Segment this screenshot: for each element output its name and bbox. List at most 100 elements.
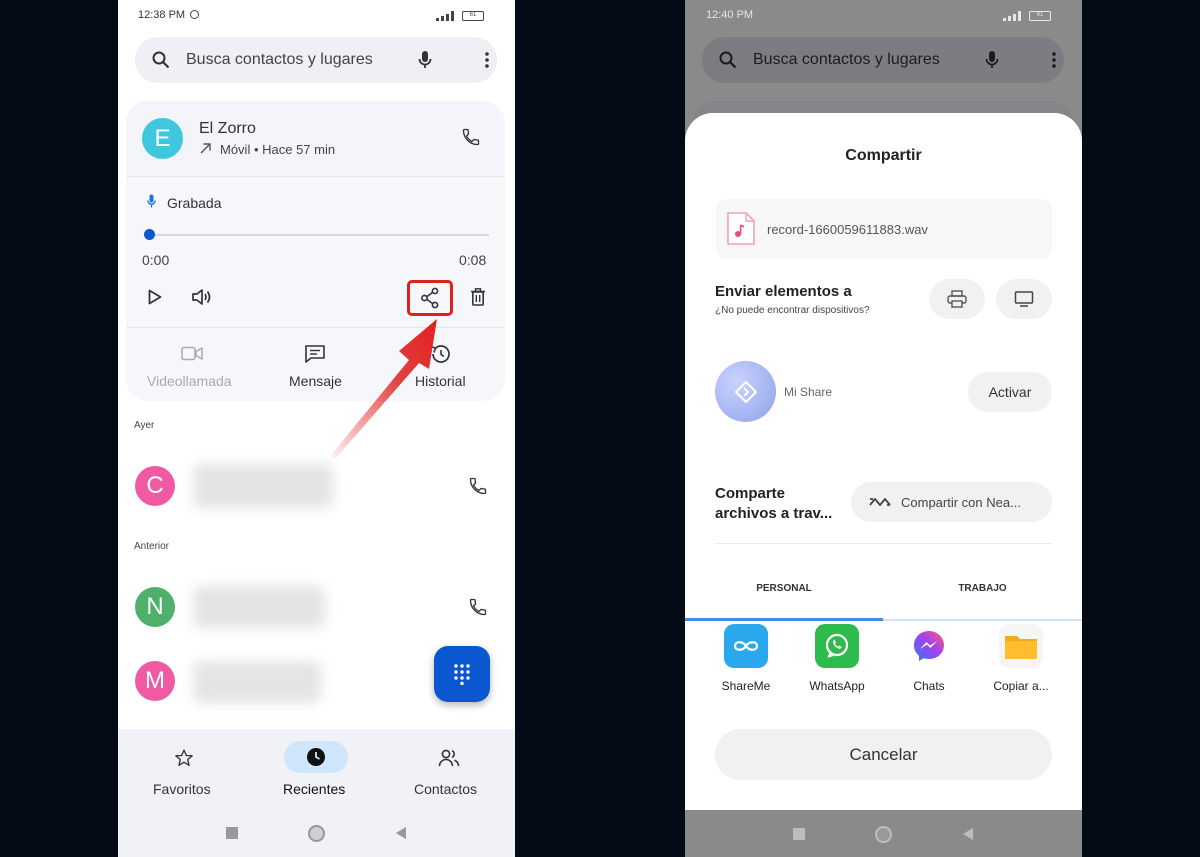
cancel-button[interactable]: Cancelar: [715, 729, 1052, 780]
sheet-title: Compartir: [845, 147, 922, 164]
app-whatsapp[interactable]: WhatsApp: [797, 624, 877, 693]
speaker-icon[interactable]: [192, 288, 212, 306]
tab-favorites-label: Favoritos: [153, 781, 211, 797]
tab-recents-label: Recientes: [283, 781, 346, 797]
mishare-icon: [735, 381, 757, 403]
status-time: 12:38 PM: [138, 9, 186, 21]
search-input[interactable]: Busca contactos y lugares: [753, 51, 940, 69]
whatsapp-status-icon: [190, 10, 200, 19]
status-bar: 12:38 PM: [138, 9, 200, 21]
monitor-icon: [1014, 291, 1034, 307]
call-log-row[interactable]: N: [118, 580, 515, 636]
home-circle-icon[interactable]: [875, 826, 892, 843]
tab-contacts-label: Contactos: [414, 781, 478, 797]
battery-icon: 61: [1029, 11, 1051, 21]
folder-icon: [999, 624, 1043, 668]
status-icons: 61: [1003, 11, 1051, 21]
caller-avatar: N: [135, 587, 175, 627]
call-icon[interactable]: [461, 127, 481, 147]
recents-square-icon[interactable]: [226, 827, 238, 839]
status-bar: 12:40 PM: [706, 9, 753, 21]
star-icon: [175, 749, 193, 766]
recording-progress-thumb[interactable]: [144, 229, 155, 240]
bottom-navigation: Favoritos Recientes Contactos: [118, 729, 515, 857]
app-label: WhatsApp: [809, 679, 865, 693]
print-button[interactable]: [929, 279, 985, 319]
microphone-icon[interactable]: [985, 50, 999, 70]
delete-icon[interactable]: [470, 288, 486, 306]
dialer-screen: 12:38 PM 61 Busca contactos y lugares E …: [118, 0, 515, 857]
call-icon[interactable]: [468, 597, 488, 617]
search-bar[interactable]: Busca contactos y lugares: [135, 37, 497, 83]
tab-indicator: [685, 618, 883, 621]
video-camera-icon: [181, 346, 203, 361]
file-preview: record-1660059611883.wav: [716, 199, 1052, 259]
mishare-logo: [715, 361, 776, 422]
audio-file-icon: [727, 212, 755, 245]
call-detail: Móvil • Hace 57 min: [220, 142, 336, 157]
app-shareme[interactable]: ShareMe: [706, 624, 786, 693]
nearby-share-icon: [869, 498, 891, 506]
battery-icon: 61: [462, 11, 484, 21]
video-call-button[interactable]: Videollamada: [126, 328, 252, 401]
status-icons: 61: [436, 11, 484, 21]
outgoing-call-icon: [200, 143, 211, 154]
recording-progress-track[interactable]: [151, 234, 489, 236]
back-triangle-icon[interactable]: [395, 826, 407, 840]
recording-time-start: 0:00: [142, 252, 170, 268]
cast-button[interactable]: [996, 279, 1052, 319]
nearby-title-line2: archivos a trav...: [715, 505, 833, 522]
system-navigation-bar: [685, 810, 1082, 857]
play-icon[interactable]: [148, 289, 162, 305]
pointer-arrow-annotation: [331, 319, 437, 459]
search-input[interactable]: Busca contactos y lugares: [186, 51, 373, 69]
search-icon[interactable]: [719, 51, 737, 69]
dialpad-button[interactable]: [434, 646, 490, 702]
back-triangle-icon[interactable]: [962, 827, 974, 841]
microphone-small-icon: [147, 194, 156, 208]
more-options-icon[interactable]: [485, 51, 489, 69]
status-time: 12:40 PM: [706, 9, 754, 21]
recents-square-icon[interactable]: [793, 828, 805, 840]
tab-contacts[interactable]: Contactos: [403, 741, 495, 801]
tab-favorites[interactable]: Favoritos: [138, 741, 230, 801]
home-circle-icon[interactable]: [308, 825, 325, 842]
tab-work[interactable]: TRABAJO: [883, 583, 1082, 620]
section-earlier: Anterior: [134, 541, 170, 552]
recording-label: Grabada: [167, 195, 222, 211]
messenger-icon: [907, 624, 951, 668]
send-subtitle[interactable]: ¿No puede encontrar dispositivos?: [715, 305, 870, 316]
caller-avatar: C: [135, 466, 175, 506]
call-log-row[interactable]: C: [118, 460, 515, 516]
share-sheet: Compartir record-1660059611883.wav Envia…: [685, 113, 1082, 810]
search-icon[interactable]: [152, 51, 170, 69]
caller-avatar: M: [135, 661, 175, 701]
blurred-caller-name: [193, 661, 321, 703]
app-label: ShareMe: [721, 679, 771, 693]
microphone-icon[interactable]: [418, 50, 432, 70]
more-options-icon[interactable]: [1052, 51, 1056, 69]
whatsapp-icon: [815, 624, 859, 668]
contacts-icon: [438, 749, 460, 767]
call-icon[interactable]: [468, 476, 488, 496]
activate-button[interactable]: Activar: [968, 372, 1052, 412]
app-copy-to[interactable]: Copiar a...: [981, 624, 1061, 693]
printer-icon: [947, 290, 967, 308]
section-yesterday: Ayer: [134, 420, 155, 431]
share-screen: 12:40 PM 61 Busca contactos y lugares Co…: [685, 0, 1082, 857]
recording-time-end: 0:08: [459, 252, 487, 268]
dialpad-icon: [454, 664, 470, 685]
clock-icon: [307, 748, 325, 766]
system-navigation: [685, 826, 1082, 843]
nearby-share-label: Compartir con Nea...: [901, 494, 1021, 510]
shareme-icon: [724, 624, 768, 668]
app-label: Chats: [913, 679, 945, 693]
nearby-share-button[interactable]: Compartir con Nea...: [851, 482, 1052, 522]
call-entry[interactable]: E El Zorro Móvil • Hace 57 min: [126, 101, 505, 177]
tab-recents[interactable]: Recientes: [268, 741, 365, 801]
app-chats[interactable]: Chats: [889, 624, 969, 693]
search-bar[interactable]: Busca contactos y lugares: [702, 37, 1064, 83]
contact-name: El Zorro: [199, 120, 256, 137]
tab-personal[interactable]: PERSONAL: [685, 583, 883, 620]
signal-icon: [436, 11, 454, 21]
